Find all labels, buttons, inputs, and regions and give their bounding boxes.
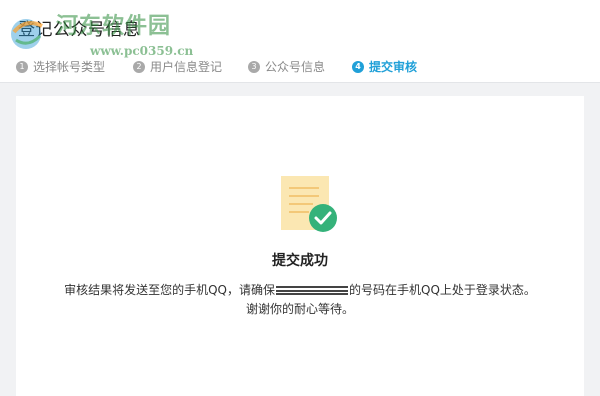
step-number: 2 xyxy=(133,60,145,73)
result-message-line1: 审核结果将发送至您的手机QQ，请确保 的号码在手机QQ上处于登录状态。 xyxy=(16,281,584,300)
result-message: 审核结果将发送至您的手机QQ，请确保 的号码在手机QQ上处于登录状态。 谢谢你的耐… xyxy=(16,281,584,319)
document-check-icon xyxy=(281,176,337,232)
step-number: 3 xyxy=(248,60,260,73)
step-select-account-type: 1 选择帐号类型 xyxy=(16,58,105,75)
success-title: 提交成功 xyxy=(272,253,328,269)
step-label: 提交审核 xyxy=(369,60,418,74)
message-part2: 的号码在手机QQ上处于登录状态。 xyxy=(349,283,536,297)
result-message-line2: 谢谢你的耐心等待。 xyxy=(245,302,354,316)
page-title: 登记公众号信息 xyxy=(18,20,141,40)
result-card: 提交成功 审核结果将发送至您的手机QQ，请确保 的号码在手机QQ上处于登录状态。 … xyxy=(16,96,584,396)
message-part1: 审核结果将发送至您的手机QQ，请确保 xyxy=(64,283,275,297)
step-number: 4 xyxy=(352,60,364,73)
step-submit-review: 4 提交审核 xyxy=(352,58,417,75)
step-number: 1 xyxy=(16,60,28,73)
redacted-qq-number xyxy=(276,286,348,295)
step-account-info: 3 公众号信息 xyxy=(248,58,325,75)
step-user-info: 2 用户信息登记 xyxy=(133,58,222,75)
watermark-url: www.pc0359.cn xyxy=(90,44,194,58)
step-label: 公众号信息 xyxy=(265,60,326,74)
step-label: 选择帐号类型 xyxy=(33,60,106,74)
header: 登记公众号信息 1 选择帐号类型 2 用户信息登记 3 公众号信息 4 提交审核… xyxy=(0,0,600,83)
step-label: 用户信息登记 xyxy=(150,60,223,74)
